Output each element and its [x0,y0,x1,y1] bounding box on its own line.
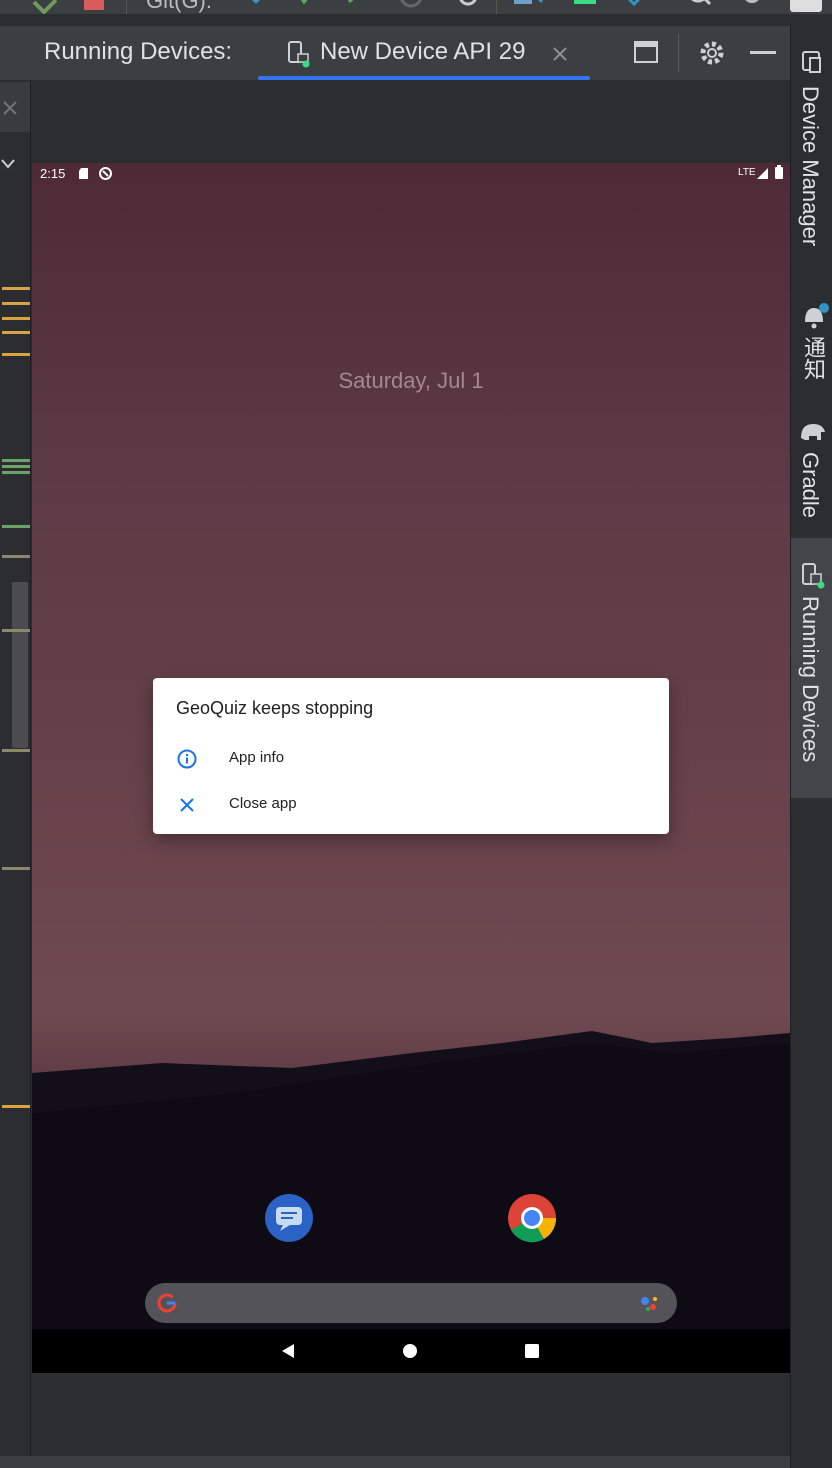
status-strip [0,1456,790,1468]
right-tool-stripe: Device Manager 通知 Gradle Running Devices [790,26,832,1468]
messages-app-icon[interactable] [264,1193,314,1243]
android-icon[interactable] [570,0,600,14]
info-icon [177,749,197,769]
gradle-button[interactable]: Gradle [791,412,832,532]
back-icon[interactable] [280,1343,296,1359]
status-time: 2:15 [40,166,66,181]
git-commit-icon[interactable] [294,0,314,14]
close-icon [180,798,194,812]
gutter-marker[interactable] [2,317,30,320]
sync-icon[interactable] [30,0,60,14]
gutter-marker[interactable] [2,331,30,334]
header-divider [678,34,679,72]
avatar[interactable] [790,0,822,12]
device-manager-label: Device Manager [798,86,823,247]
toolbar-divider [126,0,127,14]
gutter-marker[interactable] [2,749,30,752]
device-manager-icon [802,51,821,73]
home-dock [32,1193,790,1253]
close-app-option[interactable]: Close app [153,784,669,824]
notifications-label: 通知 [801,336,826,380]
gutter-marker[interactable] [2,465,30,468]
gradle-label: Gradle [798,452,823,519]
running-device-icon [802,563,825,589]
device-icon [288,41,310,68]
history-icon[interactable] [398,0,424,14]
gutter-marker[interactable] [2,459,30,462]
device-manager-button[interactable]: Device Manager [791,42,832,292]
search-icon[interactable] [686,0,714,14]
signal-icon [757,168,768,179]
close-tab-icon[interactable] [552,46,568,62]
chevron-down-icon[interactable] [0,158,16,170]
running-devices-button[interactable]: Running Devices [791,538,832,798]
gutter-marker[interactable] [2,302,30,305]
close-panel-area [0,82,30,132]
gutter-marker[interactable] [2,525,30,528]
rollback-icon[interactable] [456,0,480,14]
gradle-elephant-icon [801,424,825,440]
battery-icon [775,165,783,179]
gutter-marker[interactable] [2,353,30,356]
chrome-app-icon[interactable] [507,1193,557,1243]
network-type: LTE [738,167,756,178]
running-devices-label: Running Devices [798,596,823,763]
dialog-title: GeoQuiz keeps stopping [176,698,374,718]
settings-icon[interactable] [738,0,766,14]
toolbar-divider-2 [496,0,497,14]
main-toolbar: Git(G): [0,0,832,14]
device-screen[interactable]: 2:15 LTE Saturday, Jul 1 GeoQuiz keeps s… [32,163,790,1373]
running-devices-header: Running Devices: New Device API 29 [0,26,790,80]
minimize-icon[interactable] [750,50,776,56]
gutter-marker[interactable] [2,555,30,558]
gutter-marker[interactable] [2,629,30,632]
home-icon[interactable] [402,1343,418,1359]
bell-icon [805,303,829,329]
status-bar: 2:15 LTE [32,163,790,185]
gutter-marker[interactable] [2,287,30,290]
left-gutter [0,26,31,1456]
app-crash-dialog: GeoQuiz keeps stopping App info Close ap… [153,678,669,834]
close-app-label: Close app [229,795,297,812]
sdk-manager-icon[interactable] [618,0,652,14]
lockscreen-date: Saturday, Jul 1 [338,368,484,393]
window-layout-icon[interactable] [633,40,659,64]
git-push-icon[interactable] [346,0,366,14]
stop-icon[interactable] [84,0,104,10]
device-mirror-icon[interactable] [512,0,546,14]
notifications-button[interactable]: 通知 [791,296,832,396]
sd-card-icon [79,168,88,179]
google-g-icon [157,1293,177,1313]
app-info-option[interactable]: App info [153,738,669,778]
tab-label: New Device API 29 [320,38,526,65]
gear-icon[interactable] [697,38,727,68]
close-icon[interactable] [2,100,18,116]
navigation-bar [32,1329,790,1373]
scrollbar-thumb[interactable] [12,582,28,748]
recents-icon[interactable] [524,1343,540,1359]
app-info-label: App info [229,749,285,766]
google-assistant-icon[interactable] [639,1293,661,1313]
gutter-marker[interactable] [2,867,30,870]
git-update-icon[interactable] [246,0,266,14]
tab-new-device-api-29[interactable]: New Device API 29 [258,26,590,80]
git-label: Git(G): [146,0,212,13]
gutter-marker[interactable] [2,1105,30,1108]
gutter-marker[interactable] [2,471,30,474]
sync-status-icon [99,167,112,180]
tool-window-title: Running Devices: [44,38,233,65]
google-search-bar[interactable] [145,1283,677,1323]
